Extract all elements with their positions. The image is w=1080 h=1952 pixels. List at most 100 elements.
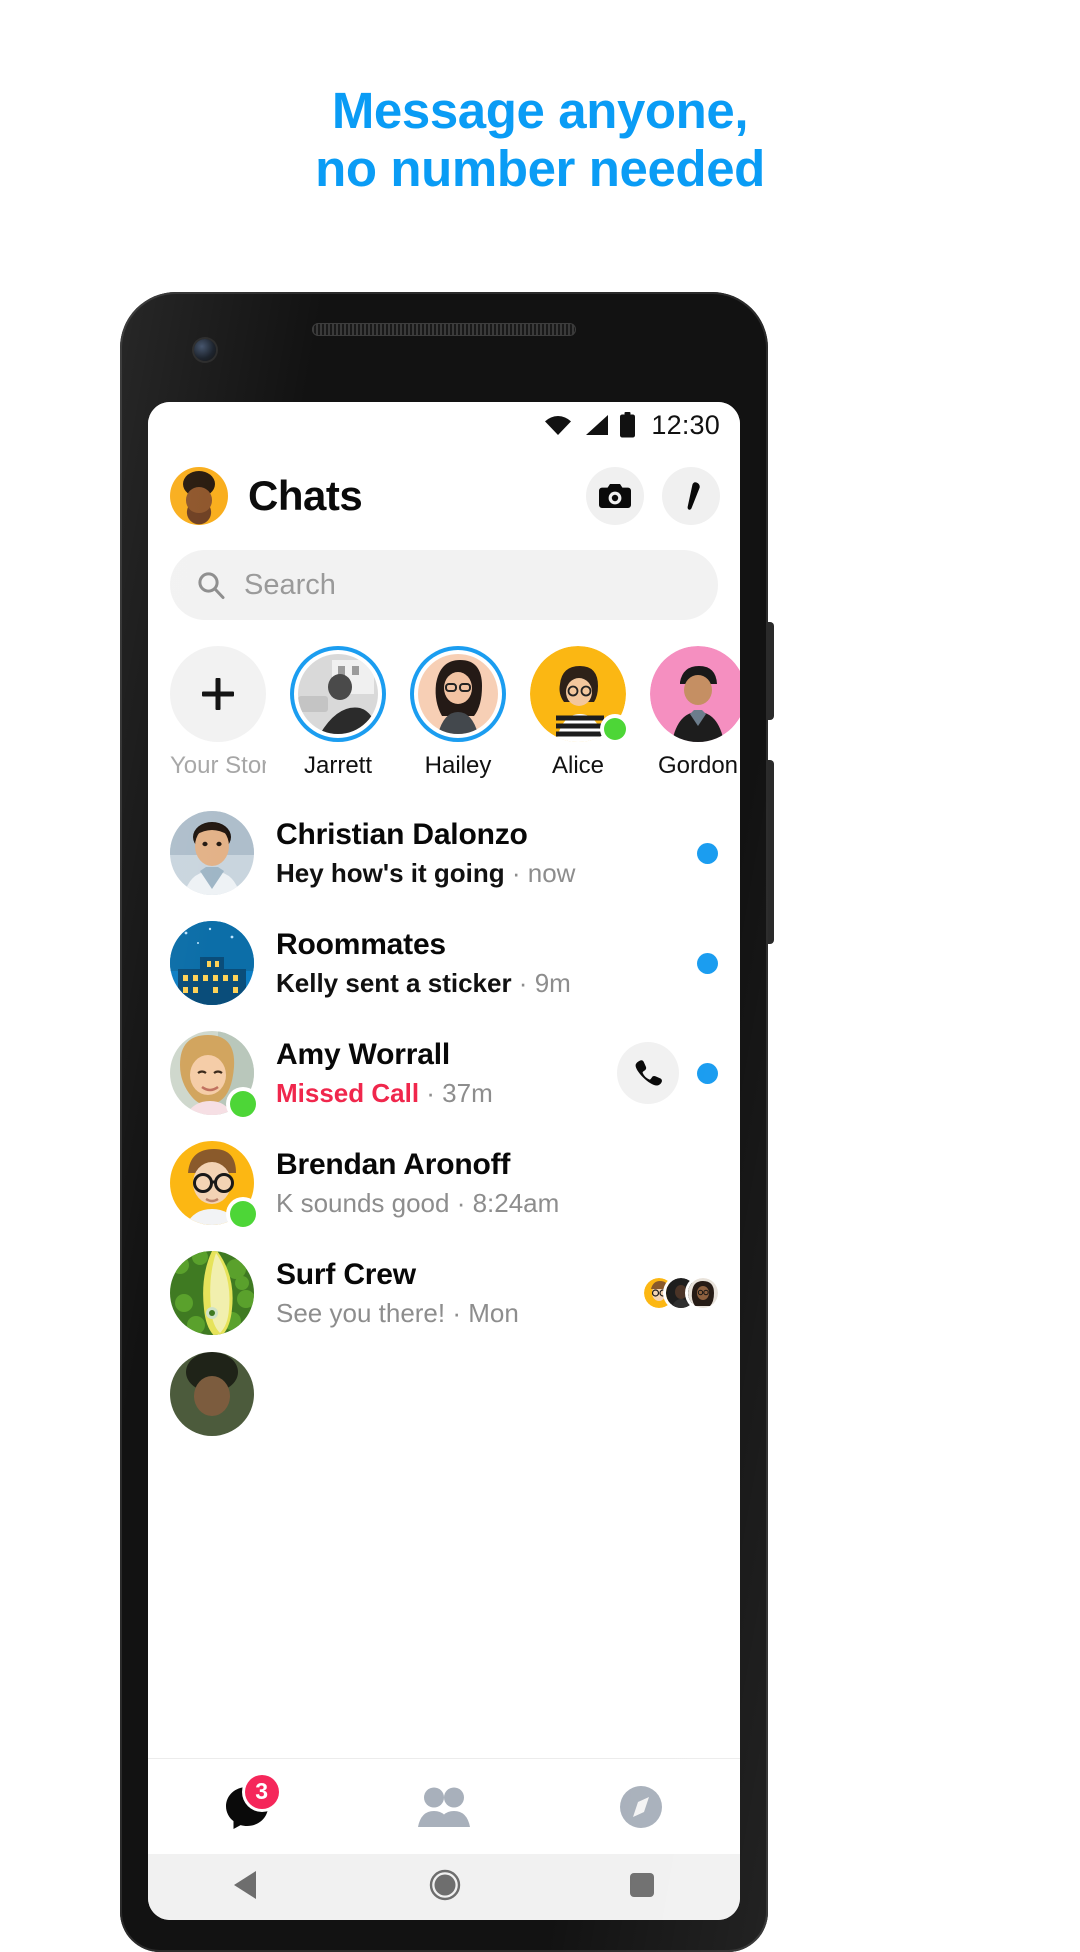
story-avatar xyxy=(650,646,740,742)
chat-text: Christian Dalonzo Hey how's it going · n… xyxy=(276,818,675,889)
story-label: Hailey xyxy=(424,752,492,779)
chat-row-actions xyxy=(617,1042,718,1104)
chat-snippet: Missed Call · 37m xyxy=(276,1077,493,1108)
promo-line-2: no number needed xyxy=(315,139,765,197)
chat-time: now xyxy=(527,857,576,888)
avatar xyxy=(170,921,254,1005)
recents-button[interactable] xyxy=(628,1871,656,1904)
unread-badge xyxy=(697,842,718,864)
table-row[interactable]: Surf Crew See you there! · Mon xyxy=(148,1238,740,1348)
camera-button[interactable] xyxy=(586,467,644,525)
plus-icon xyxy=(202,678,234,710)
story-label: Jarrett xyxy=(303,752,372,779)
story-gordon[interactable]: Gordon xyxy=(650,646,740,780)
cellular-signal-icon xyxy=(586,415,609,435)
table-row[interactable]: Brendan Aronoff K sounds good · 8:24am xyxy=(148,1128,740,1238)
chat-text: Brendan Aronoff K sounds good · 8:24am xyxy=(276,1148,696,1219)
earpiece-speaker xyxy=(312,323,576,336)
story-jarrett[interactable]: Jarrett xyxy=(290,646,386,780)
story-photo xyxy=(418,654,498,734)
chat-row-actions xyxy=(644,1278,718,1308)
phone-device-frame: 12:30 Chats Search Your Stor Jarrett Hai… xyxy=(120,292,774,1952)
back-triangle-icon xyxy=(233,1870,256,1899)
table-row[interactable]: Amy Worrall Missed Call · 37m xyxy=(148,1018,740,1128)
compose-button[interactable] xyxy=(662,467,720,525)
online-indicator xyxy=(230,1201,256,1227)
avatar-photo xyxy=(170,921,254,1005)
chat-name: Roommates xyxy=(276,927,446,961)
table-row[interactable]: Christian Dalonzo Hey how's it going · n… xyxy=(148,798,740,908)
story-avatar xyxy=(418,654,498,734)
avatar-photo xyxy=(170,1352,254,1436)
discover-compass-icon xyxy=(620,1785,663,1828)
chat-time: 9m xyxy=(534,967,571,998)
front-camera xyxy=(194,339,216,361)
promo-line-1: Message anyone, xyxy=(331,82,749,139)
story-avatar xyxy=(298,654,378,734)
avatar xyxy=(170,1251,254,1335)
search-icon xyxy=(198,572,225,599)
unread-badge xyxy=(697,1062,718,1084)
avatar xyxy=(170,811,254,895)
chat-text: Roommates Kelly sent a sticker · 9m xyxy=(276,928,675,999)
avatar xyxy=(170,1141,256,1227)
tab-people[interactable] xyxy=(384,1777,504,1837)
avatar-photo xyxy=(170,1251,254,1335)
app-header: Chats xyxy=(148,448,740,540)
chat-row-actions xyxy=(697,842,718,864)
chat-name: Brendan Aronoff xyxy=(276,1147,511,1181)
phone-screen: 12:30 Chats Search Your Stor Jarrett Hai… xyxy=(148,402,740,1920)
chat-snippet-text: Kelly sent a sticker xyxy=(276,967,512,998)
chat-snippet: Kelly sent a sticker · 9m xyxy=(276,967,571,998)
story-alice[interactable]: Alice xyxy=(530,646,626,780)
chat-text: Surf Crew See you there! · Mon xyxy=(276,1258,622,1329)
home-button[interactable] xyxy=(429,1869,461,1906)
online-indicator xyxy=(604,718,626,740)
chat-snippet-text: See you there! xyxy=(276,1297,446,1328)
page-title: Chats xyxy=(248,472,363,519)
table-row[interactable] xyxy=(148,1348,740,1449)
profile-avatar[interactable] xyxy=(170,467,228,525)
story-ring xyxy=(530,646,626,742)
story-label: Your Story xyxy=(170,752,266,779)
wifi-icon xyxy=(545,416,572,435)
tab-chats[interactable]: 3 xyxy=(187,1774,307,1837)
power-button[interactable] xyxy=(766,622,774,720)
search-section: Search xyxy=(148,540,740,620)
chat-time: Mon xyxy=(468,1297,519,1328)
story-hailey[interactable]: Hailey xyxy=(410,646,506,780)
story-ring xyxy=(170,646,266,742)
chat-time: 37m xyxy=(442,1077,493,1108)
chat-snippet-text: Hey how's it going xyxy=(276,857,505,888)
table-row[interactable]: Roommates Kelly sent a sticker · 9m xyxy=(148,908,740,1018)
people-icon xyxy=(417,1787,470,1827)
unread-count-badge: 3 xyxy=(244,1774,279,1809)
camera-icon xyxy=(599,484,631,508)
back-button[interactable] xyxy=(232,1869,262,1906)
volume-button[interactable] xyxy=(766,760,774,944)
story-photo xyxy=(650,646,740,742)
unread-badge xyxy=(697,952,718,974)
chat-snippet: Hey how's it going · now xyxy=(276,857,576,888)
bottom-navigation: 3 xyxy=(148,1758,740,1854)
avatar xyxy=(170,1352,254,1436)
stories-row[interactable]: Your Story xyxy=(148,620,740,790)
story-photo xyxy=(298,654,378,734)
call-back-button[interactable] xyxy=(617,1042,679,1104)
tab-discover[interactable] xyxy=(581,1777,701,1837)
seen-avatar-3 xyxy=(688,1278,718,1308)
chat-snippet-text: K sounds good xyxy=(276,1187,450,1218)
chat-name: Surf Crew xyxy=(276,1257,416,1291)
story-ring xyxy=(410,646,506,742)
story-label: Gordon xyxy=(657,752,739,779)
promo-headline: Message anyone, no number needed xyxy=(0,82,1080,197)
chat-name: Amy Worrall xyxy=(276,1037,450,1071)
add-story-tile[interactable] xyxy=(170,646,266,742)
avatar xyxy=(170,1031,256,1117)
search-input[interactable]: Search xyxy=(170,550,718,620)
home-circle-icon xyxy=(429,1869,461,1900)
search-placeholder: Search xyxy=(244,568,336,601)
avatar-photo xyxy=(170,811,254,895)
story-your-story[interactable]: Your Story xyxy=(170,646,266,780)
seen-by-avatars xyxy=(644,1278,718,1308)
